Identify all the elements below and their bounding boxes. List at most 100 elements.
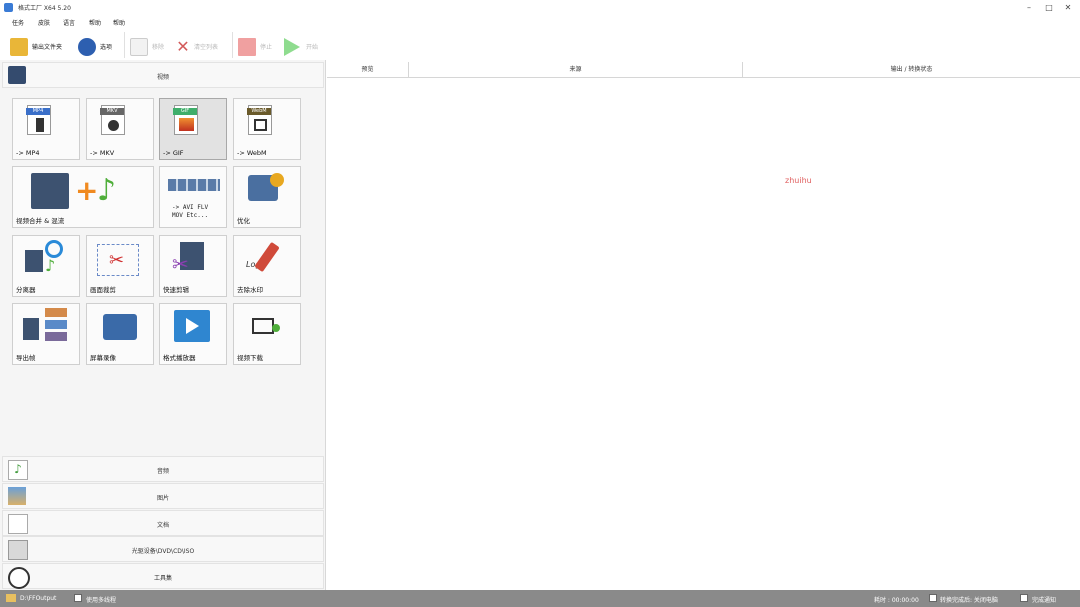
minimize-button[interactable]: – xyxy=(1022,2,1036,14)
task-list-panel xyxy=(327,60,1080,590)
options-button[interactable]: 选项 xyxy=(78,38,120,56)
mp4-file-icon: MP4 xyxy=(26,105,51,135)
window-title: 格式工厂 X64 5.20 xyxy=(18,5,71,12)
rom-device-category-label: 光驱设备\DVD\CD\ISO xyxy=(131,548,195,555)
toolbox-category-label: 工具集 xyxy=(153,575,172,582)
tile-crop[interactable]: ✂ 画面裁剪 xyxy=(86,235,154,297)
menu-bar: 任务 皮肤 语言 帮助 帮助 xyxy=(0,16,1080,30)
clear-x-icon: ✕ xyxy=(176,37,190,56)
close-button[interactable]: ✕ xyxy=(1061,2,1075,14)
toolbox-category-header[interactable]: 工具集 xyxy=(2,563,324,589)
start-label: 开始 xyxy=(306,44,319,51)
menu-help-2[interactable]: 帮助 xyxy=(113,18,125,27)
music-note-icon: ♪ xyxy=(97,173,117,208)
tile-label: 去除水印 xyxy=(237,286,263,294)
category-panel: 视频 MP4 -> MP4 MKV -> MKV GIF -> GIF WebM… xyxy=(0,60,326,590)
notify-label: 完成通知 xyxy=(1032,597,1057,604)
shutdown-checkbox[interactable] xyxy=(929,594,937,602)
tile-label: 视频合并 & 混流 xyxy=(16,217,65,225)
column-preview[interactable]: 预览 xyxy=(327,62,409,78)
rom-device-category-header[interactable]: 光驱设备\DVD\CD\ISO xyxy=(2,536,324,562)
menu-language[interactable]: 语言 xyxy=(63,18,75,27)
tile-splitter[interactable]: ♪ 分离器 xyxy=(12,235,80,297)
clear-list-button[interactable]: ✕ 清空列表 xyxy=(174,38,230,56)
tile-label: -> MP4 xyxy=(16,149,40,157)
film-strip-icon xyxy=(23,318,39,340)
multithread-label: 使用多线程 xyxy=(86,597,117,604)
status-bar: D:\FFOutput 使用多线程 耗时 : 00:00:00 转换完成后: 关… xyxy=(0,590,1080,607)
format-strip-icon xyxy=(168,179,220,191)
film-strip-icon xyxy=(25,250,43,272)
toolbar-separator xyxy=(124,32,125,58)
tile-label: 分离器 xyxy=(16,286,36,294)
toolbar-separator-2 xyxy=(232,32,233,58)
remove-label: 移除 xyxy=(152,44,165,51)
tile-screen-record[interactable]: 屏幕录像 xyxy=(86,303,154,365)
options-label: 选项 xyxy=(100,44,113,51)
frame-thumb-icon xyxy=(45,332,67,341)
tile-label: 优化 xyxy=(237,217,250,225)
tile-to-mkv[interactable]: MKV -> MKV xyxy=(86,98,154,160)
menu-task[interactable]: 任务 xyxy=(12,18,24,27)
start-button[interactable]: 开始 xyxy=(284,38,326,56)
music-note-icon: ♪ xyxy=(45,256,56,275)
download-icon xyxy=(272,324,280,332)
video-category-label: 视频 xyxy=(156,74,169,81)
notify-checkbox[interactable] xyxy=(1020,594,1028,602)
stop-icon xyxy=(238,38,256,56)
multithread-checkbox[interactable] xyxy=(74,594,82,602)
player-icon xyxy=(174,310,210,342)
film-strip-icon xyxy=(31,173,69,209)
remove-icon xyxy=(130,38,148,56)
tile-label: 视频下载 xyxy=(237,354,263,362)
image-icon xyxy=(179,118,194,131)
watermark-text: zhuihu xyxy=(785,176,812,185)
tile-player[interactable]: 格式播放器 xyxy=(159,303,227,365)
video-category-header[interactable]: 视频 xyxy=(2,62,324,88)
disc-icon xyxy=(108,120,119,131)
menu-skin[interactable]: 皮肤 xyxy=(38,18,50,27)
document-category-header[interactable]: 文档 xyxy=(2,510,324,536)
tile-label: 格式播放器 xyxy=(163,354,196,362)
tile-label: -> GIF xyxy=(163,149,184,157)
image-category-label: 图片 xyxy=(156,495,169,502)
tile-to-gif[interactable]: GIF -> GIF xyxy=(159,98,227,160)
output-folder-label: 输出文件夹 xyxy=(32,44,63,51)
tile-to-mp4[interactable]: MP4 -> MP4 xyxy=(12,98,80,160)
elapsed-time: 耗时 : 00:00:00 xyxy=(874,597,919,604)
tile-to-avi-flv-mov[interactable]: -> AVI FLV MOV Etc... xyxy=(159,166,227,228)
document-category-label: 文档 xyxy=(156,522,169,529)
frame-thumb-icon xyxy=(45,320,67,329)
output-path[interactable]: D:\FFOutput xyxy=(20,595,56,602)
mkv-file-icon: MKV xyxy=(100,105,125,135)
audio-category-header[interactable]: ♪ 音频 xyxy=(2,456,324,482)
folder-icon xyxy=(6,594,16,602)
tile-quick-clip[interactable]: ✂ 快速剪辑 xyxy=(159,235,227,297)
gif-file-icon: GIF xyxy=(173,105,198,135)
menu-help[interactable]: 帮助 xyxy=(89,18,101,27)
tile-export-frames[interactable]: 导出帧 xyxy=(12,303,80,365)
tile-label: -> WebM xyxy=(237,149,267,157)
tile-join-mux[interactable]: + ♪ 视频合并 & 混流 xyxy=(12,166,154,228)
options-icon xyxy=(78,38,96,56)
play-icon xyxy=(284,38,300,56)
maximize-button[interactable]: □ xyxy=(1042,2,1056,14)
remove-button[interactable]: 移除 xyxy=(130,38,170,56)
output-folder-button[interactable]: 输出文件夹 xyxy=(10,38,72,56)
film-strip-icon xyxy=(36,118,44,132)
image-category-header[interactable]: 图片 xyxy=(2,483,324,509)
column-source[interactable]: 来源 xyxy=(409,62,743,78)
tile-remove-logo[interactable]: Logo 去除水印 xyxy=(233,235,301,297)
scissors-icon: ✂ xyxy=(172,252,189,276)
app-logo-icon xyxy=(4,3,13,12)
tile-video-download[interactable]: 视频下载 xyxy=(233,303,301,365)
mp4-badge: MP4 xyxy=(26,108,50,115)
stop-button[interactable]: 停止 xyxy=(238,38,278,56)
tile-label: 画面裁剪 xyxy=(90,286,116,294)
tile-label: 快速剪辑 xyxy=(163,286,189,294)
tile-to-webm[interactable]: WebM -> WebM xyxy=(233,98,301,160)
avi-flv-line-2: MOV Etc... xyxy=(172,212,209,219)
tile-optimize[interactable]: 优化 xyxy=(233,166,301,228)
mkv-badge: MKV xyxy=(100,108,124,115)
column-output-status[interactable]: 输出 / 转换状态 xyxy=(743,62,1080,78)
